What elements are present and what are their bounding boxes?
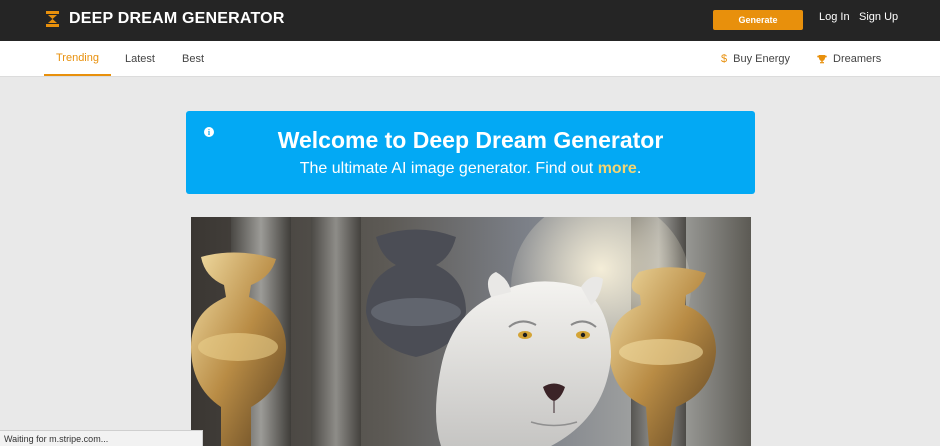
dreamers-link[interactable]: Dreamers: [817, 41, 881, 76]
buy-energy-label: Buy Energy: [733, 52, 790, 65]
generate-button[interactable]: Generate: [713, 10, 803, 30]
tab-best[interactable]: Best: [172, 41, 214, 76]
dollar-icon: $: [721, 52, 728, 65]
signup-link[interactable]: Sign Up: [859, 11, 898, 23]
logo-text[interactable]: DEEP DREAM GENERATOR: [69, 10, 285, 28]
white-lion-artwork: [191, 217, 751, 446]
banner-title: Welcome to Deep Dream Generator: [277, 127, 664, 153]
tab-latest[interactable]: Latest: [115, 41, 165, 76]
top-bar: DEEP DREAM GENERATOR Generate Log In Sig…: [0, 0, 940, 41]
trophy-icon: [817, 54, 827, 64]
login-link[interactable]: Log In: [819, 11, 850, 23]
dreamers-label: Dreamers: [833, 52, 882, 65]
banner-subtitle-text: The ultimate AI image generator. Find ou…: [299, 160, 598, 177]
buy-energy-link[interactable]: $ Buy Energy: [721, 41, 790, 76]
logo-icon[interactable]: [46, 11, 59, 27]
tab-trending[interactable]: Trending: [44, 41, 111, 76]
sub-nav: Trending Latest Best $ Buy Energy Dreame…: [0, 41, 940, 77]
banner-subtitle: The ultimate AI image generator. Find ou…: [186, 160, 755, 178]
banner-subtitle-period: .: [636, 160, 642, 177]
welcome-banner: i Welcome to Deep Dream Generator The ul…: [186, 111, 755, 194]
more-link[interactable]: more: [598, 160, 637, 177]
featured-artwork[interactable]: [191, 217, 751, 446]
browser-status-bar: Waiting for m.stripe.com...: [0, 430, 203, 446]
